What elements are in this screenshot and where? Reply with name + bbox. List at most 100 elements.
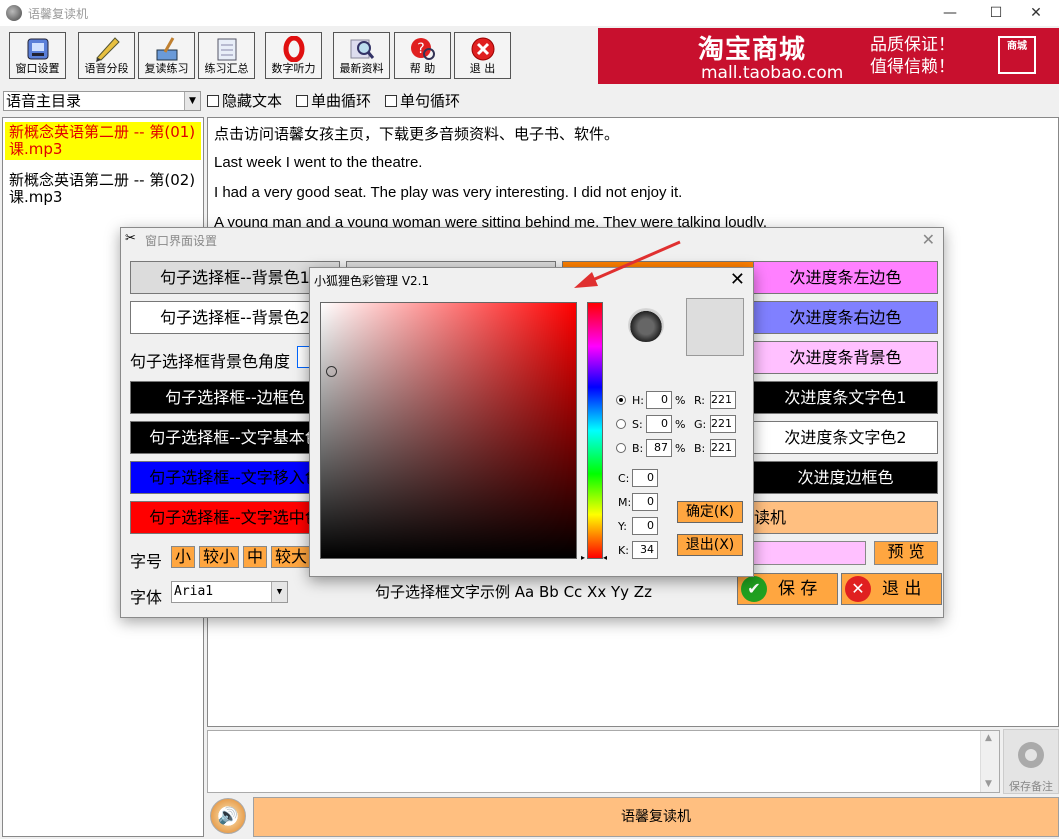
color-cursor[interactable] xyxy=(326,366,337,377)
text-line[interactable]: I had a very good seat. The play was ver… xyxy=(214,184,682,201)
chevron-down-icon[interactable]: ▼ xyxy=(271,582,287,602)
progress-left-color-button[interactable]: 次进度条左边色 xyxy=(753,261,938,294)
font-select[interactable]: Aria1 ▼ xyxy=(171,581,288,603)
blue-label: B: xyxy=(694,442,706,455)
close-icon: ✕ xyxy=(845,576,871,602)
notebook-icon xyxy=(213,36,241,62)
close-button[interactable]: ✕ xyxy=(1013,0,1059,26)
yellow-field[interactable]: 0 xyxy=(632,517,658,535)
banner-cube-logo: 商城 xyxy=(998,36,1036,74)
list-item[interactable]: 新概念英语第二册 -- 第(02)课.mp3 xyxy=(5,170,201,208)
segment-button[interactable]: 语音分段 xyxy=(78,32,135,79)
picker-title: 小狐狸色彩管理 V2.1 xyxy=(314,274,430,288)
saturation-radio[interactable] xyxy=(616,419,626,429)
banner-url: mall.taobao.com xyxy=(701,63,844,83)
saturation-brightness-field[interactable] xyxy=(320,302,577,559)
progress-bg-color-button[interactable]: 次进度条背景色 xyxy=(753,341,938,374)
cyan-label: C: xyxy=(618,472,630,485)
window-settings-button[interactable]: 窗口设置 xyxy=(9,32,66,79)
broom-icon xyxy=(153,36,181,62)
gear-icon xyxy=(1018,742,1044,768)
font-value: Aria1 xyxy=(174,584,214,599)
fox-logo-icon xyxy=(628,308,664,342)
text-line[interactable]: 点击访问语馨女孩主页，下载更多音频资料、电子书、软件。 xyxy=(214,123,619,144)
exit-icon xyxy=(469,36,497,62)
help-icon: ? xyxy=(409,36,437,62)
black-label: K: xyxy=(618,544,629,557)
dialog-title: 窗口界面设置 xyxy=(145,234,218,248)
red-field[interactable]: 221 xyxy=(710,391,736,409)
size-medium-button[interactable]: 中 xyxy=(243,546,267,568)
number-listening-button[interactable]: 数字听力 xyxy=(265,32,322,79)
saturation-unit: % xyxy=(675,418,686,431)
minimize-button[interactable]: — xyxy=(927,0,973,26)
single-sentence-loop-checkbox[interactable]: 单句循环 xyxy=(385,92,460,110)
help-button[interactable]: ? 帮 助 xyxy=(394,32,451,79)
latest-materials-button[interactable]: 最新资料 xyxy=(333,32,390,79)
window-settings-icon xyxy=(24,36,52,62)
black-field[interactable]: 34 xyxy=(632,541,658,559)
chevron-down-icon[interactable]: ▼ xyxy=(184,92,200,110)
directory-select[interactable]: 语音主目录 ▼ xyxy=(3,91,201,111)
exit-button[interactable]: 退 出 xyxy=(454,32,511,79)
hue-pointer-left-icon[interactable]: ▸ xyxy=(581,553,585,562)
brightness-field[interactable]: 87 xyxy=(646,439,672,457)
toolbar-label: 窗口设置 xyxy=(15,62,60,75)
preview-button[interactable]: 预 览 xyxy=(874,541,938,565)
text-line[interactable]: Last week I went to the theatre. xyxy=(214,154,422,171)
progress-text1-color-button[interactable]: 次进度条文字色1 xyxy=(753,381,938,414)
speaker-icon[interactable]: 🔊 xyxy=(210,798,246,834)
hide-text-checkbox[interactable]: 隐藏文本 xyxy=(207,92,282,110)
zero-icon xyxy=(280,35,308,63)
practice-summary-button[interactable]: 练习汇总 xyxy=(198,32,255,79)
hue-field[interactable]: 0 xyxy=(646,391,672,409)
checkmark-icon: ✔ xyxy=(741,576,767,602)
close-icon[interactable]: ✕ xyxy=(730,269,745,290)
save-button[interactable]: ✔ 保 存 xyxy=(737,573,838,605)
green-field[interactable]: 221 xyxy=(710,415,736,433)
size-larger-button[interactable]: 较大 xyxy=(271,546,311,568)
taobao-ad-banner[interactable]: 淘宝商城 mall.taobao.com 品质保证！ 值得信赖！ 商城 xyxy=(598,28,1059,84)
hue-pointer-right-icon[interactable]: ◂ xyxy=(603,553,607,562)
notes-scrollbar[interactable]: ▲ ▼ xyxy=(980,731,999,792)
progress-frame-color-button[interactable]: 次进度边框色 xyxy=(753,461,938,494)
title-bar: 语馨复读机 — ☐ ✕ xyxy=(0,0,1059,26)
size-label: 字号 xyxy=(130,552,163,571)
size-small-button[interactable]: 小 xyxy=(171,546,195,568)
cancel-button[interactable]: 退出(X) xyxy=(677,534,743,556)
close-icon[interactable]: ✕ xyxy=(922,230,935,249)
scroll-down-icon[interactable]: ▼ xyxy=(985,779,992,789)
magenta-field[interactable]: 0 xyxy=(632,493,658,511)
notes-input[interactable] xyxy=(207,730,1000,793)
magenta-label: M: xyxy=(618,496,632,509)
toolbar-label: 复读练习 xyxy=(144,62,189,75)
save-notes-button[interactable]: 保存备注 xyxy=(1003,729,1059,794)
app-icon xyxy=(6,5,22,21)
color-picker-dialog: 小狐狸色彩管理 V2.1 ✕ ▸ ◂ H: 0 % S: 0 % B: 87 %… xyxy=(309,267,754,577)
progress-right-color-button[interactable]: 次进度条右边色 xyxy=(753,301,938,334)
saturation-field[interactable]: 0 xyxy=(646,415,672,433)
repeat-practice-button[interactable]: 复读练习 xyxy=(138,32,195,79)
green-label: G: xyxy=(694,418,707,431)
list-item[interactable]: 新概念英语第二册 -- 第(01)课.mp3 xyxy=(5,122,201,160)
confirm-button[interactable]: 确定(K) xyxy=(677,501,743,523)
directory-value: 语音主目录 xyxy=(6,92,82,110)
progress-text2-color-button[interactable]: 次进度条文字色2 xyxy=(753,421,938,454)
size-smaller-button[interactable]: 较小 xyxy=(199,546,239,568)
scroll-up-icon[interactable]: ▲ xyxy=(985,733,992,743)
window-title: 语馨复读机 xyxy=(28,7,89,21)
blue-field[interactable]: 221 xyxy=(710,439,736,457)
single-track-loop-checkbox[interactable]: 单曲循环 xyxy=(296,92,371,110)
banner-slogan: 品质保证！ 值得信赖！ xyxy=(870,35,955,77)
red-label: R: xyxy=(694,394,706,407)
toolbar-label: 语音分段 xyxy=(84,62,129,75)
cyan-field[interactable]: 0 xyxy=(632,469,658,487)
magnifier-icon xyxy=(348,36,376,62)
brightness-radio[interactable] xyxy=(616,443,626,453)
hue-radio[interactable] xyxy=(616,395,626,405)
brightness-unit: % xyxy=(675,442,686,455)
dialog-exit-button[interactable]: ✕ 退 出 xyxy=(841,573,942,605)
toolbar-label: 练习汇总 xyxy=(204,62,249,75)
hue-slider[interactable] xyxy=(587,302,603,559)
hue-label: H: xyxy=(632,394,644,407)
